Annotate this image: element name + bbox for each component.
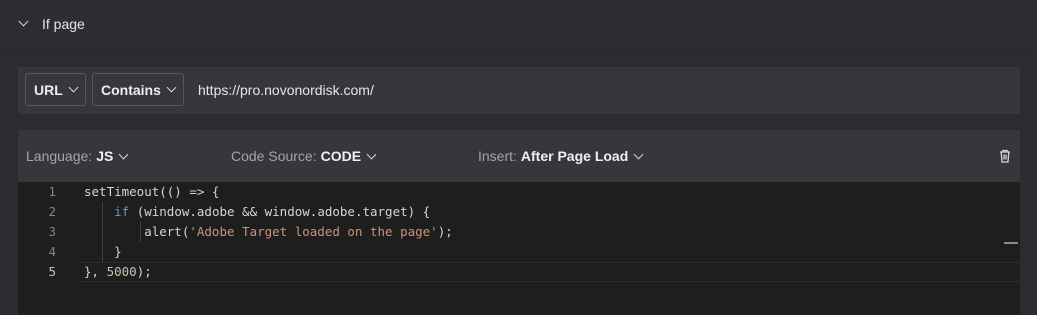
code-toolbar: Language: JS Code Source: CODE Insert: A… [18,130,1020,182]
code-text[interactable]: }, 5000); [84,262,152,282]
language-value: JS [96,148,114,164]
url-rule-row: URL Contains https://pro.novonordisk.com… [18,67,1020,114]
line-number: 3 [48,224,56,239]
match-field-value: URL [34,81,63,98]
chevron-down-icon [68,82,79,93]
line-number: 2 [48,204,56,219]
chevron-down-icon [166,82,177,93]
chevron-down-icon[interactable] [18,16,29,27]
language-label: Language: [26,148,93,164]
operator-value: Contains [101,81,161,98]
insert-selector[interactable]: Insert: After Page Load [478,148,644,164]
code-panel: Language: JS Code Source: CODE Insert: A… [18,130,1020,315]
section-header[interactable]: If page [0,0,1037,50]
line-number: 4 [48,244,56,259]
code-text[interactable]: } [84,242,122,262]
code-editor[interactable]: 1 setTimeout(() => {2 if (window.adobe &&… [18,182,1020,315]
code-line[interactable]: 4 } [18,242,1020,262]
trash-icon[interactable] [999,149,1011,163]
insert-value: After Page Load [520,148,629,164]
code-line[interactable]: 1 setTimeout(() => { [18,182,1020,202]
section-title: If page [42,16,85,32]
insert-label: Insert: [478,148,517,164]
code-text[interactable]: alert('Adobe Target loaded on the page')… [84,222,453,242]
code-line[interactable]: 3 alert('Adobe Target loaded on the page… [18,222,1020,242]
code-source-label: Code Source: [231,148,317,164]
chevron-down-icon [366,149,377,159]
code-line[interactable]: 2 if (window.adobe && window.adobe.targe… [18,202,1020,222]
chevron-down-icon [118,149,129,159]
code-text[interactable]: if (window.adobe && window.adobe.target)… [84,202,430,222]
line-number: 5 [48,264,56,279]
match-field-dropdown[interactable]: URL [25,73,86,106]
line-number: 1 [48,184,56,199]
operator-dropdown[interactable]: Contains [92,73,184,106]
code-source-value: CODE [320,148,362,164]
code-line[interactable]: 5 }, 5000); [18,262,1020,282]
code-source-selector[interactable]: Code Source: CODE [231,148,377,164]
scroll-marker[interactable] [1004,242,1018,244]
url-value-input[interactable]: https://pro.novonordisk.com/ [198,82,374,98]
language-selector[interactable]: Language: JS [26,148,129,164]
code-text[interactable]: setTimeout(() => { [84,182,219,202]
chevron-down-icon [633,149,644,159]
